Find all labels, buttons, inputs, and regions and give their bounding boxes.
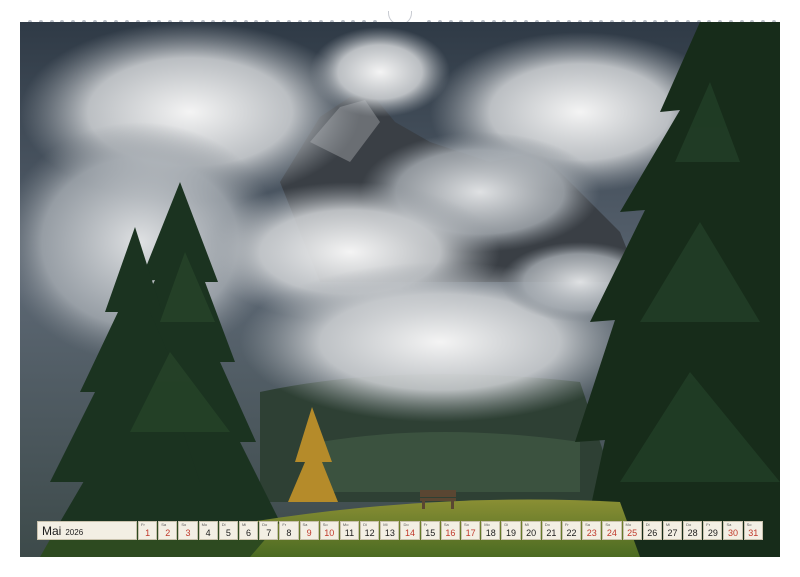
day-weekday: Do (544, 522, 550, 527)
day-weekday: Mi (241, 522, 247, 527)
day-cell: Mo 18 (481, 521, 501, 540)
day-number: 1 (145, 528, 151, 538)
day-weekday: So (322, 522, 328, 527)
day-weekday: Mi (524, 522, 529, 527)
day-number: 29 (707, 528, 718, 538)
day-weekday: Mo (342, 522, 349, 527)
day-weekday: Do (403, 522, 409, 527)
day-weekday: Sa (585, 522, 591, 527)
day-number: 10 (324, 528, 335, 538)
day-cell: Fr 8 (279, 521, 299, 540)
day-number: 28 (687, 528, 698, 538)
day-cell: Sa 2 (158, 521, 178, 540)
day-weekday: Sa (726, 522, 732, 527)
day-cell: Mo 4 (198, 521, 218, 540)
day-number: 22 (566, 528, 577, 538)
day-number: 4 (205, 528, 211, 538)
day-cell: Sa 23 (582, 521, 602, 540)
day-weekday: Do (262, 522, 268, 527)
day-number: 19 (505, 528, 516, 538)
day-weekday: Fr (706, 522, 711, 527)
day-weekday: Di (504, 522, 509, 527)
day-number: 2 (165, 528, 171, 538)
day-cell: So 24 (602, 521, 622, 540)
day-number: 31 (748, 528, 759, 538)
day-number: 30 (728, 528, 739, 538)
day-number: 3 (185, 528, 191, 538)
day-weekday: Do (686, 522, 692, 527)
day-weekday: So (464, 522, 469, 527)
day-number: 6 (246, 528, 252, 538)
day-number: 9 (306, 528, 312, 538)
day-weekday: Di (645, 522, 650, 527)
day-cell: Di 19 (501, 521, 521, 540)
month-label-cell: Mai 2026 (37, 521, 137, 540)
day-cell: Fr 29 (703, 521, 723, 540)
day-number: 13 (384, 528, 395, 538)
day-weekday: Sa (302, 522, 308, 527)
day-number: 23 (586, 528, 597, 538)
day-number: 26 (647, 528, 658, 538)
day-cell: So 31 (743, 521, 763, 540)
day-weekday: Mo (484, 522, 490, 527)
day-cell: So 17 (461, 521, 481, 540)
month-year: 2026 (65, 528, 84, 537)
day-number: 7 (266, 528, 272, 538)
day-number: 5 (225, 528, 231, 538)
month-name: Mai (42, 524, 62, 538)
day-weekday: Sa (443, 522, 449, 527)
day-weekday: So (746, 522, 752, 527)
day-weekday: Di (363, 522, 367, 527)
landscape-photo (20, 22, 780, 557)
day-weekday: Mo (201, 522, 208, 527)
day-cell: Mi 6 (238, 521, 259, 540)
day-weekday: Fr (141, 522, 145, 527)
day-cell: Fr 22 (561, 521, 582, 540)
day-cell: Fr 15 (420, 521, 440, 540)
day-weekday: So (605, 522, 611, 527)
day-weekday: Fr (282, 522, 287, 527)
day-cell: Do 7 (259, 521, 279, 540)
day-number: 21 (546, 528, 557, 538)
day-cell: Fr 1 (138, 521, 158, 540)
day-cell: Mi 27 (662, 521, 683, 540)
day-weekday: Mo (625, 522, 632, 527)
day-number: 15 (425, 528, 436, 538)
day-number: 24 (606, 528, 617, 538)
day-weekday: Mi (383, 522, 388, 527)
day-number: 11 (344, 528, 355, 538)
day-number: 14 (405, 528, 416, 538)
day-number: 12 (364, 528, 375, 538)
day-cell: Di 12 (360, 521, 380, 540)
day-cell: Do 14 (400, 521, 420, 540)
day-weekday: Di (221, 522, 226, 527)
day-cell: So 10 (319, 521, 339, 540)
day-weekday: Fr (564, 522, 569, 527)
day-number: 16 (445, 528, 456, 538)
day-cell: Sa 9 (299, 521, 319, 540)
day-cell: Mo 25 (622, 521, 642, 540)
day-cell: Mo 11 (339, 521, 360, 540)
day-weekday: So (181, 522, 187, 527)
calendar-date-bar: Mai 2026 Fr 1 Sa 2 So 3 Mo 4 Di 5 Mi 6 Do 7 Fr 8 Sa 9 So 10… (37, 521, 763, 540)
day-number: 25 (627, 528, 638, 538)
day-cell: Mi 13 (380, 521, 400, 540)
day-weekday: Fr (423, 522, 428, 527)
day-cell: Sa 30 (723, 521, 743, 540)
day-cell: Do 28 (683, 521, 703, 540)
day-number: 20 (526, 528, 537, 538)
day-number: 18 (485, 528, 496, 538)
mountain-clouds-image (20, 22, 780, 557)
day-cell: Do 21 (541, 521, 561, 540)
day-number: 17 (465, 528, 476, 538)
day-weekday: Sa (161, 522, 167, 527)
day-number: 27 (667, 528, 678, 538)
day-number: 8 (286, 528, 292, 538)
day-cell: Di 5 (218, 521, 238, 540)
day-weekday: Mi (665, 522, 671, 527)
day-cell: So 3 (178, 521, 198, 540)
day-cell: Sa 16 (440, 521, 460, 540)
day-cell: Mi 20 (521, 521, 541, 540)
day-cell: Di 26 (642, 521, 662, 540)
